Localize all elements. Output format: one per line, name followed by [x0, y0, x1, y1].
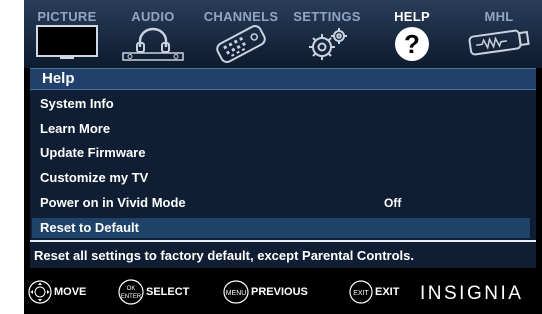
panel-divider	[30, 240, 536, 242]
svg-text:?: ?	[404, 29, 420, 59]
dpad-icon	[28, 280, 52, 304]
hint-select: OK ENTER SELECT	[118, 279, 189, 305]
hint-label: MOVE	[54, 286, 87, 298]
remote-icon	[216, 25, 266, 63]
tab-mhl[interactable]: MHL	[456, 0, 542, 68]
tab-label: CHANNELS	[203, 9, 279, 24]
tab-label: PICTURE	[37, 9, 97, 24]
brand-logo: INSIGNIA	[420, 283, 524, 304]
item-description: Reset all settings to factory default, e…	[34, 248, 414, 263]
tv-screen: PICTURE AUDIO CHANNELS SETTINGS HELP ? M…	[24, 0, 542, 314]
exit-button-icon: EXIT	[349, 280, 373, 304]
menu-item-customize-my-tv[interactable]: Customize my TV	[32, 168, 530, 188]
tab-picture[interactable]: PICTURE	[24, 0, 110, 68]
enter-key-label: ENTER	[121, 294, 142, 300]
help-panel: Help System Info Learn More Update Firmw…	[30, 68, 536, 268]
tab-label: MHL	[484, 9, 514, 24]
tab-label: AUDIO	[131, 9, 175, 24]
headphones-icon	[122, 27, 184, 61]
menu-button-icon: MENU	[223, 280, 249, 304]
ok-key-label: OK	[127, 286, 136, 292]
mhl-icon	[468, 29, 530, 56]
hint-label: PREVIOUS	[251, 286, 308, 298]
tv-icon	[36, 25, 98, 59]
tab-audio[interactable]: AUDIO	[110, 0, 196, 68]
menu-item-power-on-vivid-mode[interactable]: Power on in Vivid Mode Off	[32, 193, 530, 213]
menu-tab-bar: PICTURE AUDIO CHANNELS SETTINGS HELP ? M…	[24, 0, 542, 68]
gears-icon	[309, 28, 347, 60]
menu-item-label: Update Firmware	[40, 145, 146, 160]
menu-item-learn-more[interactable]: Learn More	[32, 119, 530, 139]
tab-settings[interactable]: SETTINGS	[286, 0, 368, 68]
menu-key-label: MENU	[226, 290, 247, 297]
menu-item-label: Reset to Default	[40, 220, 139, 235]
menu-item-label: System Info	[40, 96, 114, 111]
tab-help[interactable]: HELP ?	[368, 0, 456, 68]
help-icon: ?	[395, 27, 429, 61]
button-hint-bar: MOVE OK ENTER SELECT MENU PREVIOUS EXIT …	[24, 270, 542, 314]
tab-label: HELP	[394, 9, 430, 24]
hint-previous: MENU PREVIOUS	[223, 280, 308, 304]
hint-exit: EXIT EXIT	[349, 280, 399, 304]
menu-item-label: Learn More	[40, 121, 111, 136]
menu-item-reset-to-default[interactable]: Reset to Default	[32, 218, 530, 238]
menu-item-value: Off	[384, 196, 402, 210]
hint-label: EXIT	[375, 286, 400, 298]
panel-title: Help	[42, 70, 75, 87]
tab-channels[interactable]: CHANNELS	[196, 0, 286, 68]
menu-item-label: Customize my TV	[40, 170, 149, 185]
menu-item-update-firmware[interactable]: Update Firmware	[32, 143, 530, 163]
hint-move: MOVE	[28, 280, 86, 304]
ok-enter-button-icon: OK ENTER	[118, 279, 144, 305]
exit-key-label: EXIT	[353, 290, 369, 297]
panel-title-bar: Help	[30, 68, 536, 90]
tab-label: SETTINGS	[293, 9, 361, 24]
menu-item-system-info[interactable]: System Info	[32, 94, 530, 114]
hint-label: SELECT	[146, 286, 190, 298]
menu-item-label: Power on in Vivid Mode	[40, 195, 186, 210]
